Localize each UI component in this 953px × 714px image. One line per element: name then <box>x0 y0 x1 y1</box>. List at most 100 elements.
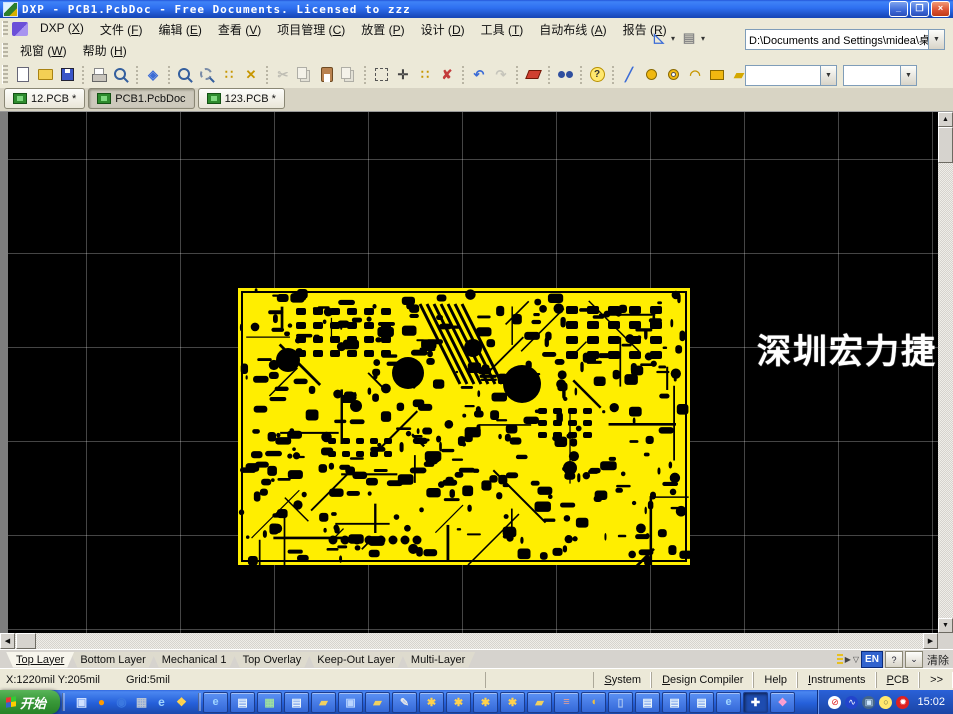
layer-tab-Top-Layer[interactable]: Top Layer <box>6 652 74 668</box>
toolbar-combo-1[interactable]: ▼ <box>745 65 837 86</box>
doc-tab-PCB1-PcbDoc[interactable]: PCB1.PcbDoc <box>88 88 194 109</box>
vertical-scroll-thumb[interactable] <box>938 127 953 163</box>
zoom-window-button[interactable] <box>174 64 196 86</box>
place-via-button[interactable] <box>662 64 684 86</box>
menu-item-W[interactable]: 视窗 (W) <box>12 40 75 61</box>
menu-item-V[interactable]: 查看 (V) <box>210 19 269 40</box>
expand-right-icon[interactable]: ▶ <box>845 655 851 664</box>
address-combo-dropdown-icon[interactable]: ▼ <box>928 30 944 49</box>
move-object-button[interactable]: ✛ <box>392 64 414 86</box>
task-doc[interactable]: ▤ <box>662 692 687 713</box>
panel-button-System[interactable]: System <box>593 672 651 687</box>
task-folder-open[interactable]: ▰ <box>365 692 390 713</box>
place-fill-button[interactable] <box>706 64 728 86</box>
layer-tab-Bottom-Layer[interactable]: Bottom Layer <box>70 652 155 668</box>
task-pcb-tool[interactable]: ✱ <box>500 692 525 713</box>
find-similar-objects-button[interactable] <box>554 64 576 86</box>
toolbar-grip[interactable] <box>2 21 8 36</box>
zoom-selected-button[interactable]: ∷ <box>218 64 240 86</box>
browse-library-button[interactable]: ◈ <box>142 64 164 86</box>
task-doc[interactable]: ▤ <box>230 692 255 713</box>
task-pcb-tool[interactable]: ✱ <box>473 692 498 713</box>
task-editor[interactable]: ✎ <box>392 692 417 713</box>
show-desktop-icon[interactable]: ▣ <box>73 694 90 711</box>
task-window[interactable]: ▣ <box>338 692 363 713</box>
task-doc[interactable]: ▤ <box>635 692 660 713</box>
language-indicator[interactable]: EN <box>861 651 883 668</box>
windows-icon[interactable]: ❖ <box>173 694 190 711</box>
menu-item-X[interactable]: DXP (X) <box>32 19 92 40</box>
address-combo[interactable]: D:\Documents and Settings\midea\桌面 ▼ <box>745 29 945 50</box>
filter-icon[interactable]: ▽ <box>853 655 859 664</box>
interactive-routing-button[interactable] <box>522 64 544 86</box>
place-pad-button[interactable] <box>640 64 662 86</box>
zoom-filtered-button[interactable]: ✕ <box>240 64 262 86</box>
tray-bulb-icon[interactable]: ○ <box>879 696 892 709</box>
pcb-layout[interactable] <box>238 288 690 565</box>
undo-button[interactable]: ↶ <box>468 64 490 86</box>
open-document-button[interactable] <box>34 64 56 86</box>
scroll-down-icon[interactable]: ▼ <box>938 618 953 633</box>
dropdown-arrow-icon[interactable]: ▾ <box>671 34 675 43</box>
doc-tab-123-PCB-[interactable]: 123.PCB * <box>198 88 285 109</box>
toolbar-combo-2-dropdown-icon[interactable]: ▼ <box>900 66 916 85</box>
task-ie[interactable]: e <box>716 692 741 713</box>
media-player-icon[interactable]: ● <box>93 694 110 711</box>
task-colors[interactable]: ❖ <box>770 692 795 713</box>
layer-tab-Mechanical-1[interactable]: Mechanical 1 <box>152 652 237 668</box>
print-button[interactable] <box>88 64 110 86</box>
start-button[interactable]: 开始 <box>0 690 60 714</box>
tray-volume-icon[interactable]: ∿ <box>845 696 858 709</box>
task-sheet[interactable]: ▦ <box>257 692 282 713</box>
internet-explorer-icon[interactable]: e <box>153 694 170 711</box>
cut-button[interactable]: ✂ <box>272 64 294 86</box>
horizontal-scroll-thumb[interactable] <box>16 633 36 649</box>
task-folder[interactable]: ▰ <box>527 692 552 713</box>
tray-alarm-icon[interactable]: ✹ <box>896 696 909 709</box>
panel-button--[interactable]: >> <box>919 672 953 687</box>
task-notes[interactable]: ▯ <box>608 692 633 713</box>
dxp-menu-icon[interactable] <box>12 22 28 36</box>
help-advisor-button[interactable] <box>586 64 608 86</box>
menu-item-F[interactable]: 文件 (F) <box>92 19 151 40</box>
print-setup-tool-button[interactable]: ▤▾ <box>678 27 708 49</box>
toolbar-combo-2[interactable]: ▼ <box>843 65 917 86</box>
tray-blocked-icon[interactable]: ⊘ <box>828 696 841 709</box>
menu-item-H[interactable]: 帮助 (H) <box>75 40 135 61</box>
pcb-canvas[interactable]: 深圳宏力捷 <box>8 112 938 633</box>
scroll-up-icon[interactable]: ▲ <box>938 112 953 127</box>
minimize-button[interactable]: _ <box>889 1 908 17</box>
tray-network-icon[interactable]: ▣ <box>862 696 875 709</box>
zoom-fit-document-button[interactable] <box>196 64 218 86</box>
clear-filter-button[interactable]: ✘ <box>436 64 458 86</box>
language-bar-handle[interactable] <box>837 654 843 666</box>
language-help-icon[interactable]: ? <box>885 651 903 668</box>
scroll-right-icon[interactable]: ▶ <box>923 633 938 649</box>
task-pcb-tool[interactable]: ✱ <box>419 692 444 713</box>
panel-button-PCB[interactable]: PCB <box>876 672 920 687</box>
paste-button[interactable] <box>316 64 338 86</box>
language-options-icon[interactable]: ⌄ <box>905 651 923 668</box>
task-pcb-tool[interactable]: ✱ <box>446 692 471 713</box>
paste-array-button[interactable] <box>338 64 360 86</box>
menu-item-E[interactable]: 编辑 (E) <box>151 19 210 40</box>
task-dxp-active[interactable]: ✚ <box>743 692 768 713</box>
task-books[interactable]: ≡ <box>554 692 579 713</box>
task-doc[interactable]: ▤ <box>689 692 714 713</box>
close-button[interactable]: × <box>931 1 950 17</box>
horizontal-scrollbar[interactable] <box>0 633 938 649</box>
print-preview-button[interactable] <box>110 64 132 86</box>
restore-button[interactable]: ❐ <box>910 1 929 17</box>
panel-button-Help[interactable]: Help <box>753 672 797 687</box>
task-ie[interactable]: e <box>203 692 228 713</box>
toolbar-grip[interactable] <box>2 43 8 58</box>
toolbar-combo-1-dropdown-icon[interactable]: ▼ <box>820 66 836 85</box>
task-doc[interactable]: ▤ <box>284 692 309 713</box>
place-arc-button[interactable]: ◠ <box>684 64 706 86</box>
menu-item-P[interactable]: 放置 (P) <box>353 19 412 40</box>
pcb-wizard-tool-button[interactable]: ◺▾ <box>648 27 678 49</box>
panel-button-Design-Compiler[interactable]: Design Compiler <box>651 672 753 687</box>
save-document-button[interactable] <box>56 64 78 86</box>
layer-tab-Top-Overlay[interactable]: Top Overlay <box>233 652 312 668</box>
scroll-left-icon[interactable]: ◀ <box>0 633 15 649</box>
